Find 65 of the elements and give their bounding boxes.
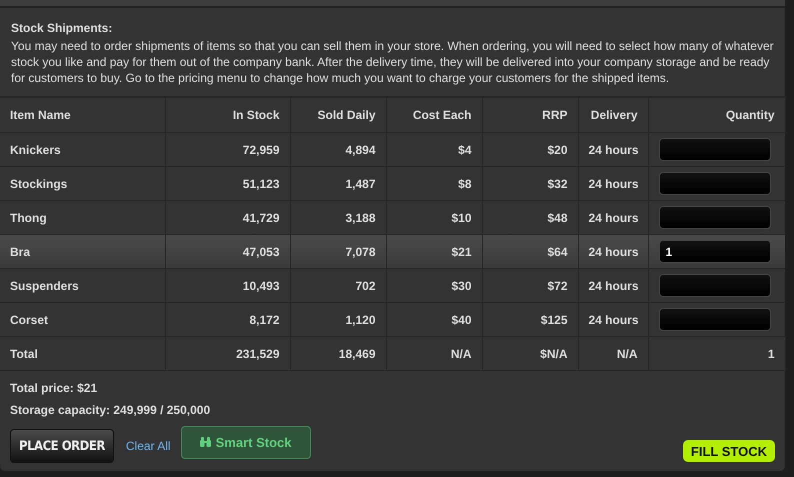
intro-text: You may need to order shipments of items so that you can sell them in your store. When ordering, you will need to select how many of whatever stock you like and pay for them out of the company bank. After the delivery time, they will be delivered into your company storage and be ready for customers to buy. Go to the pricing menu to change how much you want to charge your customers for the shipped items. [11,38,775,86]
column-header: RRP [482,97,578,132]
table-cell: 51,123 [165,166,290,200]
column-header: Sold Daily [290,97,386,132]
column-header: Cost Each [386,97,482,132]
table-cell: Stockings [0,166,165,200]
quantity-field[interactable] [658,172,771,195]
column-header: Delivery [578,97,648,132]
quantity-field[interactable] [658,206,771,229]
table-cell: 24 hours [578,302,648,336]
table-row[interactable]: Thong 41,729 3,188 $10 $48 24 hours [0,200,785,234]
fill-stock-button[interactable]: FILL STOCK [682,440,775,462]
table-cell: $32 [482,166,578,200]
table-cell: 18,469 [290,336,386,370]
column-header: In Stock [165,97,290,132]
table-cell: $125 [482,302,578,336]
table-cell: $8 [386,166,482,200]
column-header: Item Name [0,97,165,132]
quantity-field[interactable]: 1 [658,240,771,263]
table-cell: 8,172 [165,302,290,336]
smart-stock-button[interactable]: Smart Stock [180,426,311,458]
table-cell: Total [0,336,165,370]
table-cell: 24 hours [578,132,648,166]
quantity-field[interactable] [658,308,771,331]
table-cell: 1,487 [290,166,386,200]
storage-capacity: Storage capacity: 249,999 / 250,000 [10,403,212,417]
table-cell: 24 hours [578,234,648,268]
table-cell: N/A [578,336,648,370]
table-cell: $N/A [482,336,578,370]
table-row[interactable]: Stockings 51,123 1,487 $8 $32 24 hours [0,166,785,200]
table-cell: $20 [482,132,578,166]
table-row[interactable]: Corset 8,172 1,120 $40 $125 24 hours [0,302,785,336]
quantity-field[interactable] [658,274,771,297]
table-cell: 7,078 [290,234,386,268]
table-cell: 24 hours [578,268,648,302]
table-cell: 1,120 [290,302,386,336]
table-cell: N/A [386,336,482,370]
table-cell: $40 [386,302,482,336]
place-order-button[interactable]: PLACE ORDER [10,429,114,463]
table-row[interactable]: Bra 47,053 7,078 $21 $64 24 hours 1 [0,234,785,268]
table-cell: Suspenders [0,268,165,302]
column-header: Quantity [648,97,785,132]
table-cell: 4,894 [290,132,386,166]
table-row[interactable]: Suspenders 10,493 702 $30 $72 24 hours [0,268,785,302]
table-cell: 1 [648,336,785,370]
table-cell: 702 [290,268,386,302]
clear-all-link[interactable]: Clear All [126,439,171,453]
table-cell: 231,529 [165,336,290,370]
table-cell: Bra [0,234,165,268]
table-row[interactable]: Knickers 72,959 4,894 $4 $20 24 hours [0,132,785,166]
table-cell: 10,493 [165,268,290,302]
table-cell: 24 hours [578,166,648,200]
table-cell: $64 [482,234,578,268]
table-cell: 47,053 [165,234,290,268]
quantity-field[interactable] [658,138,771,161]
section-title: Stock Shipments: [11,20,114,36]
table-cell: $72 [482,268,578,302]
table-cell: $4 [386,132,482,166]
table-cell: $21 [386,234,482,268]
table-cell: Corset [0,302,165,336]
table-cell: Knickers [0,132,165,166]
total-price: Total price: $21 [10,381,98,395]
binoculars-icon [200,437,211,447]
table-cell: $30 [386,268,482,302]
table-cell: 72,959 [165,132,290,166]
